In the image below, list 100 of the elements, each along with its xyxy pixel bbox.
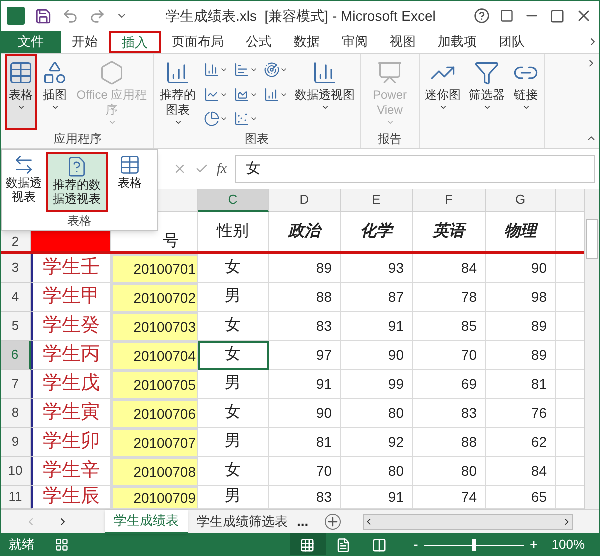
table-cell: 78 — [413, 283, 486, 312]
row-header[interactable]: 9 — [1, 428, 31, 457]
ribbon-button[interactable]: 数据透视图 — [292, 54, 358, 130]
help-icon[interactable] — [474, 8, 490, 24]
function-button[interactable]: fx — [217, 158, 228, 180]
table-cell: 男 — [198, 283, 269, 312]
column-header[interactable]: D — [269, 189, 341, 212]
table-cell: 20100703 — [111, 312, 198, 341]
add-sheet-icon[interactable] — [324, 514, 341, 530]
status-text: 就绪 — [9, 536, 35, 554]
redo-icon[interactable] — [89, 8, 106, 24]
zoom-level[interactable]: 100% — [552, 535, 585, 555]
caret-icon — [108, 118, 116, 127]
row-header[interactable]: 4 — [1, 283, 31, 312]
group-label: 报告 — [377, 131, 403, 148]
ribbon-display-icon[interactable] — [500, 9, 514, 23]
ribbon-button[interactable]: 链接 — [510, 54, 542, 130]
ribbon-tab[interactable]: 开始 — [61, 31, 109, 53]
table-cell: 女 — [198, 254, 269, 283]
vertical-scrollbar[interactable] — [584, 189, 599, 509]
caret-icon — [386, 118, 394, 127]
column-header[interactable]: F — [413, 189, 486, 212]
view-button[interactable] — [290, 533, 326, 555]
table-cell: 女 — [198, 399, 269, 428]
table-icon — [119, 154, 141, 176]
zoom-slider[interactable] — [424, 539, 524, 551]
group-label: 表格 — [68, 214, 92, 230]
ribbon-button[interactable]: 表格 — [5, 54, 37, 130]
table-cell: 70 — [269, 457, 341, 486]
chart-icon — [204, 62, 220, 78]
row-header[interactable]: 7 — [1, 370, 31, 399]
table-cell: 88 — [269, 283, 341, 312]
caret-icon — [320, 103, 330, 112]
ribbon-button[interactable]: 迷你图 — [422, 54, 464, 130]
ribbon-tab[interactable]: 加载项 — [427, 31, 488, 53]
sheet-tab[interactable]: 学生成绩表 — [105, 510, 188, 534]
ribbon-tab[interactable]: 公式 — [235, 31, 283, 53]
zoom-out-button[interactable]: - — [414, 535, 418, 555]
table-cell: 89 — [269, 254, 341, 283]
menu-item[interactable]: 表格 — [110, 152, 150, 212]
save-icon[interactable] — [35, 8, 52, 24]
row-header[interactable]: 5 — [1, 312, 31, 341]
table-cell: 女 — [198, 312, 269, 341]
zoom-thumb[interactable] — [472, 539, 476, 551]
caret-icon — [522, 103, 530, 112]
table-cell: 20100709 — [111, 486, 198, 509]
undo-icon[interactable] — [62, 8, 79, 24]
table-cell: 20100704 — [111, 341, 198, 370]
table-cell: 89 — [486, 341, 556, 370]
row-header[interactable]: 8 — [1, 399, 31, 428]
column-header[interactable]: C — [198, 189, 269, 212]
column-title-cell: 化学 — [341, 212, 413, 251]
formula-field[interactable]: 女 — [235, 155, 595, 183]
table-cell: 20100702 — [111, 283, 198, 312]
table-cell: 88 — [413, 428, 486, 457]
column-title-cell: 性别 — [198, 212, 269, 251]
caret-icon — [16, 103, 26, 112]
column-title-cell: 英语 — [413, 212, 486, 251]
table-cell: 80 — [413, 457, 486, 486]
menu-item[interactable]: 推荐的数据透视表 — [46, 152, 108, 212]
table-cell: 84 — [413, 254, 486, 283]
caret-icon — [280, 66, 288, 74]
menu-item[interactable]: 数据透视表 — [4, 152, 44, 212]
horizontal-scrollbar[interactable] — [362, 514, 573, 530]
table-cell: 89 — [486, 312, 556, 341]
row-header[interactable]: 3 — [1, 254, 31, 283]
ribbon-button[interactable]: 筛选器 — [466, 54, 508, 130]
chart-icon — [204, 86, 220, 103]
caret-icon — [174, 118, 182, 127]
chart-type-button[interactable] — [264, 60, 288, 80]
ribbon-tab[interactable]: 审阅 — [331, 31, 379, 53]
ribbon-button[interactable]: 插图 — [39, 54, 71, 130]
caret-icon — [50, 103, 60, 112]
caret-icon — [438, 103, 448, 112]
table-cell: 62 — [486, 428, 556, 457]
table-cell: 81 — [486, 370, 556, 399]
more-sheets[interactable]: ... — [297, 511, 309, 532]
ribbon-tab[interactable]: 视图 — [379, 31, 427, 53]
table-cell: 女 — [198, 341, 269, 370]
sheet-tab[interactable]: 学生成绩筛选表 — [188, 510, 297, 534]
column-header[interactable]: E — [341, 189, 413, 212]
row-header[interactable]: 6 — [1, 341, 31, 370]
ribbon-button[interactable]: 推荐的图表 — [156, 54, 200, 130]
table-cell: 20100708 — [111, 457, 198, 486]
file-tab[interactable]: 文件 — [1, 31, 61, 53]
column-header[interactable]: G — [486, 189, 556, 212]
maximize-icon[interactable] — [550, 8, 565, 24]
window-title: 学生成绩表.xls [兼容模式] - Microsoft Excel — [166, 6, 436, 26]
zoom-in-button[interactable]: + — [530, 535, 538, 555]
table-cell: 女 — [198, 457, 269, 486]
row-header[interactable]: 10 — [1, 457, 31, 486]
ribbon-tab[interactable]: 插入 — [109, 31, 161, 53]
table-cell: 69 — [413, 370, 486, 399]
ribbon-tab[interactable]: 页面布局 — [161, 31, 235, 53]
row-header[interactable]: 11 — [1, 486, 31, 509]
ribbon-tab[interactable]: 数据 — [283, 31, 331, 53]
ribbon-tab[interactable]: 团队 — [488, 31, 536, 53]
chart-icon — [264, 62, 280, 78]
table-cell: 93 — [341, 254, 413, 283]
macro-icon[interactable] — [55, 538, 69, 552]
